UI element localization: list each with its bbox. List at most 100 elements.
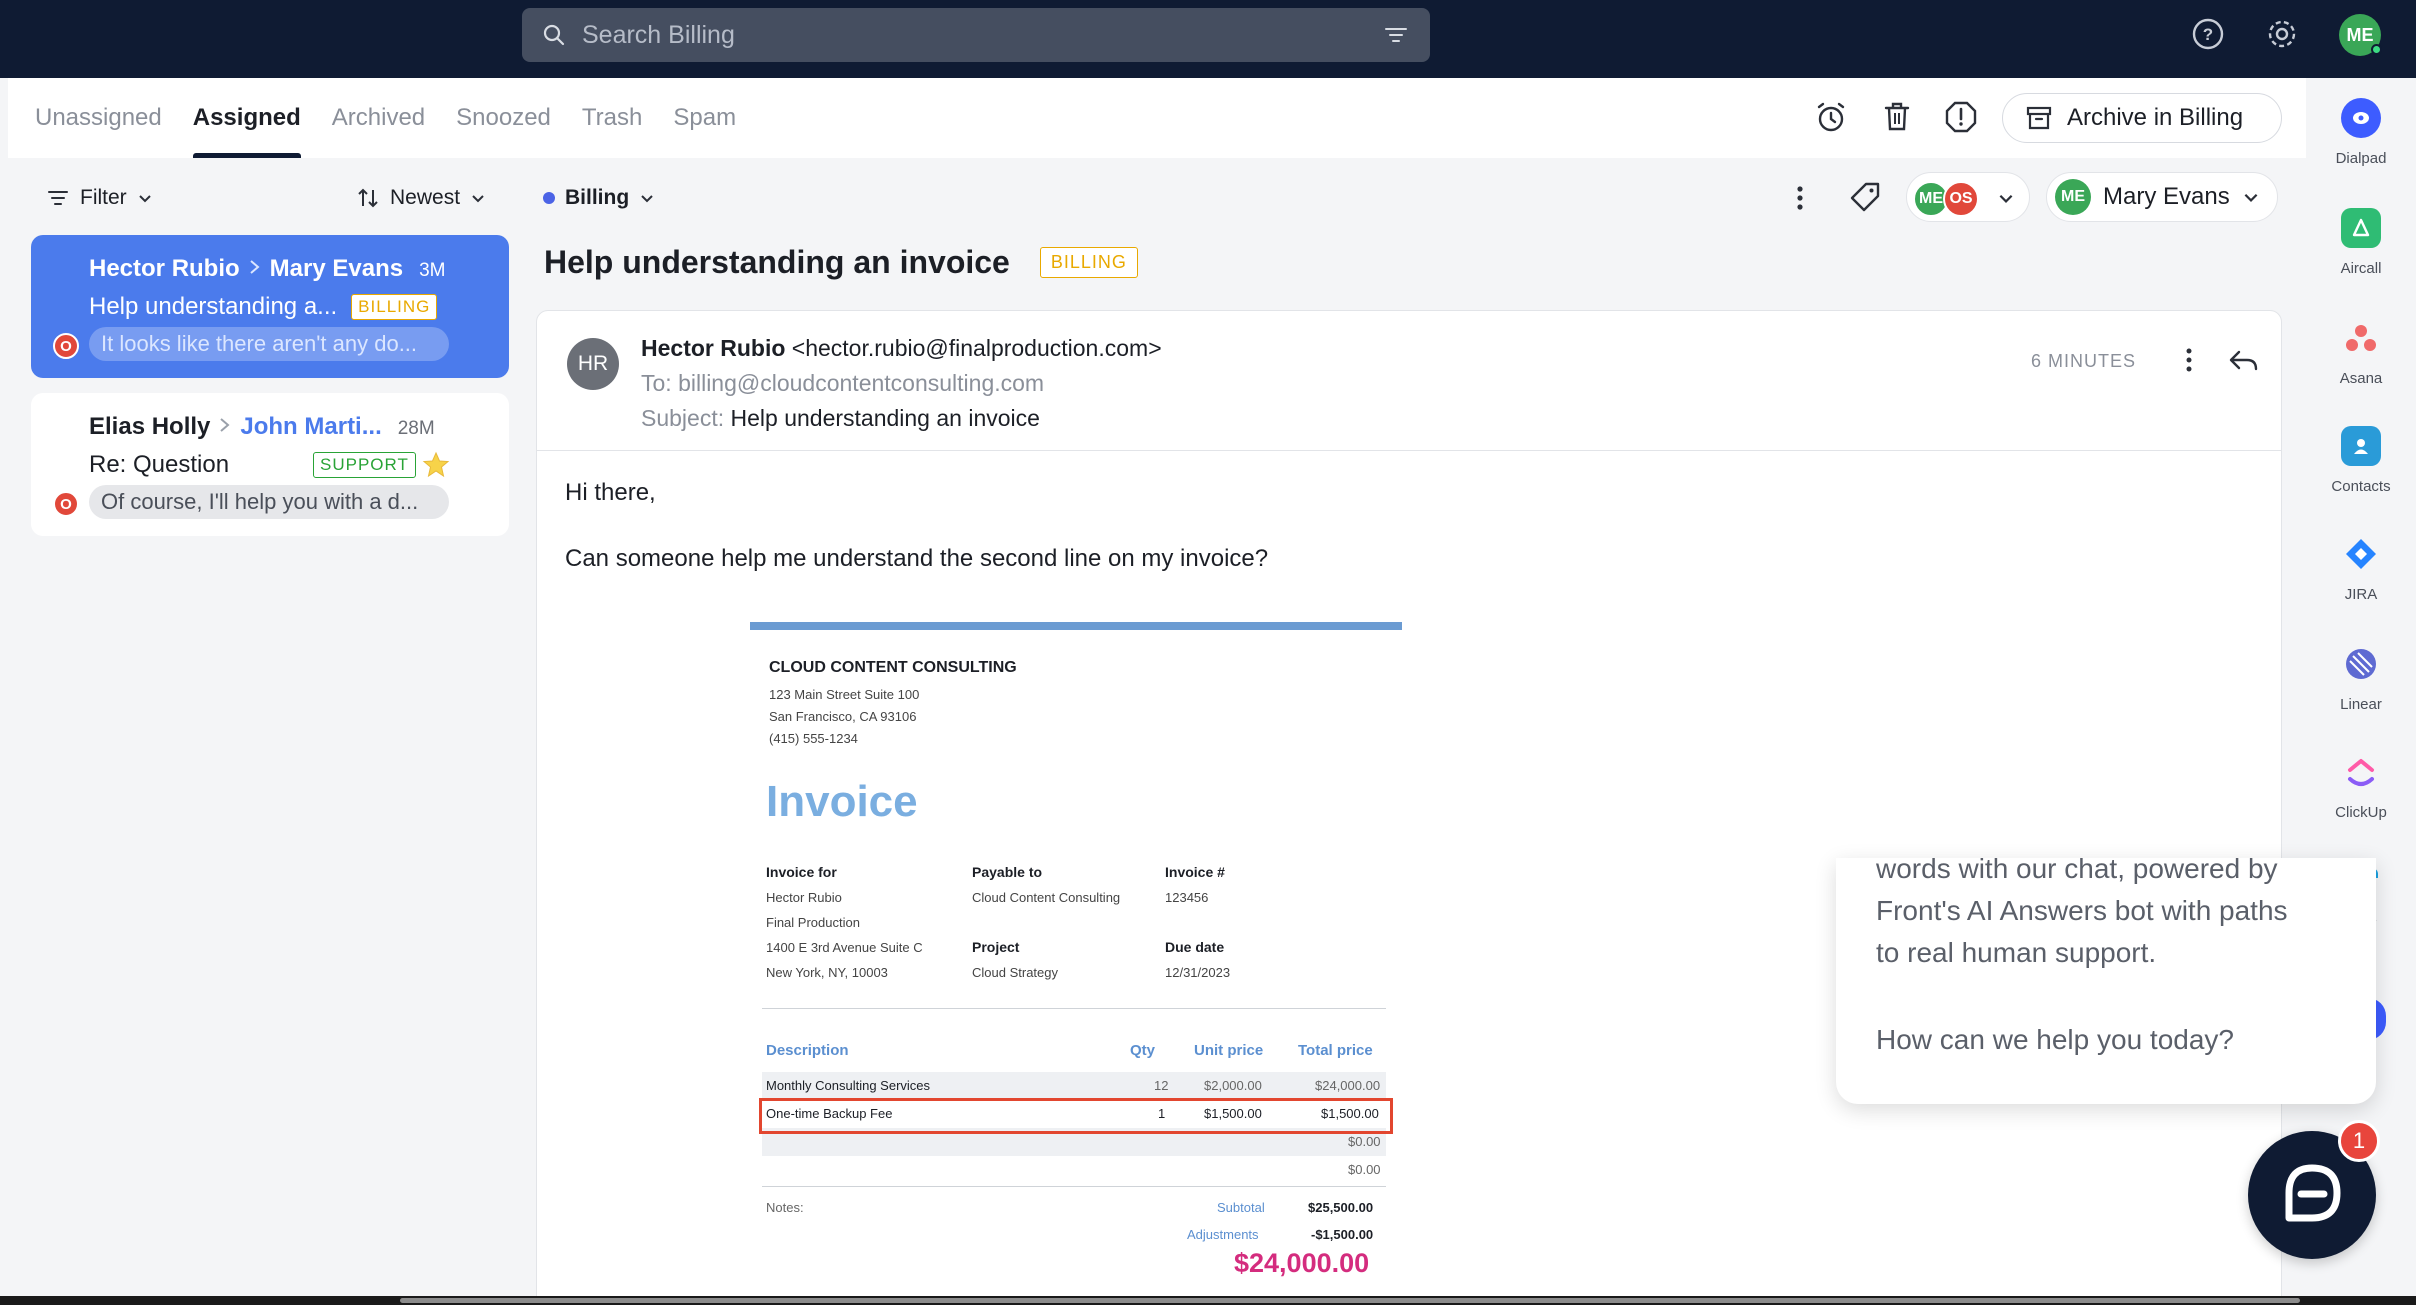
sender-name: Hector Rubio — [641, 335, 786, 361]
recipient: billing@cloudcontentconsulting.com — [678, 370, 1045, 396]
integration-linear[interactable]: Linear — [2306, 644, 2416, 713]
integration-asana[interactable]: Asana — [2306, 318, 2416, 387]
invoice-for-heading: Invoice for — [766, 864, 837, 880]
project-value: Cloud Strategy — [972, 965, 1058, 980]
billing-tag: BILLING — [351, 294, 438, 320]
contacts-icon — [2341, 426, 2381, 466]
conversation-preview: It looks like there aren't any do... — [89, 327, 449, 361]
search-bar[interactable]: Search Billing — [522, 8, 1430, 62]
row-total: $0.00 — [1348, 1162, 1381, 1177]
sender-email: <hector.rubio@finalproduction.com> — [791, 335, 1162, 361]
tag-icon[interactable] — [1846, 178, 1884, 216]
billing-line: 1400 E 3rd Avenue Suite C — [766, 940, 923, 955]
integration-label: ClickUp — [2335, 804, 2387, 821]
conversation-header: Help understanding an invoice BILLING — [544, 244, 1138, 281]
conversation-subject: Help understanding a... — [89, 293, 338, 320]
status-badge: O — [53, 333, 79, 359]
column-description: Description — [766, 1042, 849, 1059]
participants-selector[interactable]: ME OS — [1906, 172, 2030, 222]
integration-label: Aircall — [2340, 260, 2382, 277]
assignee-name: Mary Evans — [2103, 183, 2230, 210]
chat-line: Front's AI Answers bot with paths — [1876, 895, 2288, 926]
adjustments-value: -$1,500.00 — [1311, 1227, 1374, 1242]
due-date-value: 12/31/2023 — [1165, 965, 1231, 980]
conversation-list-item[interactable]: Elias Holly John Marti... 28M Re: Questi… — [31, 393, 509, 536]
conversation-list-item[interactable]: Hector Rubio Mary Evans 3M Help understa… — [31, 235, 509, 378]
filter-lines-icon[interactable] — [1382, 21, 1410, 49]
tab-snoozed[interactable]: Snoozed — [456, 78, 551, 158]
billing-line: Hector Rubio — [766, 890, 842, 905]
filter-dropdown[interactable]: Filter — [46, 186, 153, 210]
row-total: $0.00 — [1348, 1134, 1381, 1149]
divider — [762, 1008, 1386, 1009]
subtotal-value: $25,500.00 — [1308, 1200, 1374, 1215]
address-line: 123 Main Street Suite 100 — [769, 687, 920, 702]
invoice-number-value: 123456 — [1165, 890, 1209, 905]
assignee-avatar: ME — [2055, 179, 2091, 215]
conversation-to: John Marti... — [240, 413, 382, 440]
more-vertical-icon[interactable] — [2173, 344, 2205, 376]
inbox-tabs: Unassigned Assigned Archived Snoozed Tra… — [35, 78, 736, 158]
invoice-title: Invoice — [766, 777, 918, 826]
filter-label: Filter — [80, 186, 127, 209]
row-qty: 12 — [1154, 1078, 1169, 1093]
chevron-down-icon — [1999, 194, 2013, 203]
chat-bubble-icon — [2285, 1164, 2341, 1222]
message-body: Hi there, Can someone help me understand… — [565, 476, 1268, 576]
inbox-selector[interactable]: Billing — [543, 186, 655, 210]
settings-gear-icon[interactable] — [2262, 14, 2302, 54]
jira-icon — [2341, 534, 2381, 574]
integration-label: Linear — [2340, 696, 2382, 713]
more-vertical-icon[interactable] — [1782, 180, 1818, 216]
row-total: $24,000.00 — [1315, 1078, 1381, 1093]
integration-label: Asana — [2339, 370, 2383, 387]
help-icon[interactable]: ? — [2188, 14, 2228, 54]
payable-value: Cloud Content Consulting — [972, 890, 1121, 905]
invoice-number-heading: Invoice # — [1165, 864, 1225, 880]
conversation-time: 28M — [397, 418, 435, 439]
tab-unassigned[interactable]: Unassigned — [35, 78, 162, 158]
integration-dialpad[interactable]: Dialpad — [2306, 98, 2416, 167]
reply-icon[interactable] — [2227, 344, 2261, 378]
message-time: 6 MINUTES — [2031, 351, 2137, 371]
invoice-top-bar — [750, 622, 1402, 630]
archive-box-icon — [2026, 106, 2052, 130]
horizontal-scrollbar-thumb[interactable] — [400, 1298, 2300, 1303]
tab-trash[interactable]: Trash — [582, 78, 642, 158]
project-heading: Project — [972, 939, 1020, 955]
conversation-time: 3M — [419, 260, 446, 281]
assignee-selector[interactable]: ME Mary Evans — [2046, 172, 2278, 222]
invoice-for: Invoice for Hector Rubio Final Productio… — [766, 860, 923, 985]
filter-icon — [48, 191, 68, 205]
svg-text:?: ? — [2203, 25, 2213, 44]
search-icon — [543, 24, 565, 46]
tab-archived[interactable]: Archived — [332, 78, 425, 158]
invoice-company: CLOUD CONTENT CONSULTING — [769, 659, 1017, 676]
integration-label: Contacts — [2331, 478, 2391, 495]
sort-dropdown[interactable]: Newest — [356, 186, 486, 210]
integration-aircall[interactable]: Aircall — [2306, 208, 2416, 277]
star-icon[interactable] — [422, 451, 450, 479]
tab-assigned[interactable]: Assigned — [192, 78, 301, 158]
message-header: HR Hector Rubio <hector.rubio@finalprodu… — [537, 311, 2281, 451]
billing-line: New York, NY, 10003 — [766, 965, 888, 980]
snooze-alarm-icon[interactable] — [1812, 98, 1850, 136]
spam-alert-icon[interactable] — [1942, 98, 1980, 136]
search-input[interactable]: Search Billing — [582, 21, 1382, 50]
chat-question: How can we help you today? — [1876, 1024, 2234, 1055]
support-tag: SUPPORT — [313, 452, 416, 478]
tab-spam[interactable]: Spam — [673, 78, 736, 158]
archive-in-billing-button[interactable]: Archive in Billing — [2002, 93, 2282, 143]
invoice-row: Monthly Consulting Services 12 $2,000.00… — [762, 1072, 1386, 1100]
billing-tag[interactable]: BILLING — [1039, 247, 1138, 278]
user-avatar[interactable]: ME — [2339, 14, 2382, 56]
integration-clickup[interactable]: ClickUp — [2306, 752, 2416, 821]
integration-contacts[interactable]: Contacts — [2306, 426, 2416, 495]
message-greeting: Hi there, — [565, 479, 656, 506]
integration-label: JIRA — [2344, 586, 2378, 603]
trash-icon[interactable] — [1878, 98, 1916, 136]
integration-jira[interactable]: JIRA — [2306, 534, 2416, 603]
subject-label: Subject: — [641, 405, 725, 431]
chevron-down-icon — [2244, 193, 2258, 202]
sort-label: Newest — [390, 186, 461, 209]
